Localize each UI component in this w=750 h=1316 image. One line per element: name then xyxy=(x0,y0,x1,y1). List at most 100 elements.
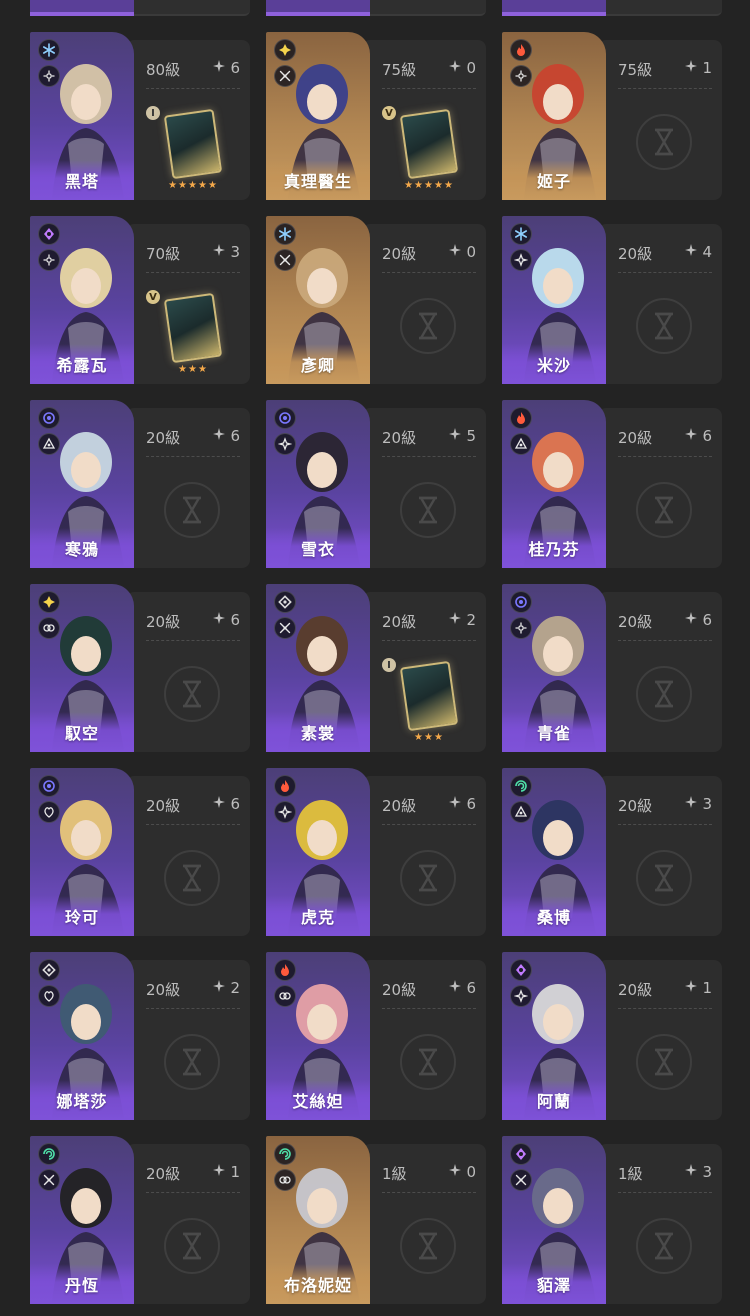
character-name: 彥卿 xyxy=(300,356,335,375)
character-portrait[interactable]: 桑博 xyxy=(502,768,606,936)
character-portrait[interactable]: 米沙 xyxy=(502,216,606,384)
character-portrait[interactable]: 虎克 xyxy=(266,768,370,936)
character-card[interactable]: 丹恆 20級 1 xyxy=(30,1136,250,1304)
hourglass-icon[interactable] xyxy=(636,1034,692,1090)
eidolon-value: 6 xyxy=(230,427,240,445)
character-roster: 黑塔 80級 6 I ★★★★★ 真理醫生 75級 0 V ★★★★★ 姬子 75級 1 希露瓦 70級 3 V… xyxy=(0,0,750,1316)
hourglass-icon[interactable] xyxy=(636,482,692,538)
hourglass-icon[interactable] xyxy=(636,1218,692,1274)
lightcone[interactable]: V ★★★★★ xyxy=(382,106,466,192)
eidolon-icon xyxy=(448,979,462,997)
destruction-icon xyxy=(510,249,532,271)
character-card[interactable]: 彥卿 20級 0 xyxy=(266,216,486,384)
character-portrait[interactable]: 馭空 xyxy=(30,584,134,752)
eidolon-value: 6 xyxy=(466,795,476,813)
hourglass-icon[interactable] xyxy=(400,298,456,354)
superimposition-badge: V xyxy=(382,106,396,120)
eidolon-count: 6 xyxy=(212,59,240,77)
eidolon-icon xyxy=(212,611,226,629)
eidolon-count: 2 xyxy=(212,979,240,997)
hourglass-icon[interactable] xyxy=(164,1218,220,1274)
character-portrait[interactable]: 姬子 xyxy=(502,32,606,200)
character-level: 20級 xyxy=(618,613,653,631)
hourglass-icon[interactable] xyxy=(164,482,220,538)
character-portrait[interactable]: 寒鴉 xyxy=(30,400,134,568)
character-level: 20級 xyxy=(146,613,181,631)
character-portrait[interactable]: 青雀 xyxy=(502,584,606,752)
eidolon-count: 1 xyxy=(684,59,712,77)
partial-card[interactable] xyxy=(502,0,722,16)
character-portrait[interactable]: 丹恆 xyxy=(30,1136,134,1304)
character-portrait[interactable]: 雪衣 xyxy=(266,400,370,568)
lightning-icon xyxy=(510,1143,532,1165)
erudition-icon xyxy=(510,617,532,639)
character-card[interactable]: 阿蘭 20級 1 xyxy=(502,952,722,1120)
character-portrait[interactable]: 貊澤 xyxy=(502,1136,606,1304)
divider xyxy=(382,1008,476,1009)
eidolon-count: 6 xyxy=(684,611,712,629)
character-card[interactable]: 希露瓦 70級 3 V ★★★ xyxy=(30,216,250,384)
character-card[interactable]: 馭空 20級 6 xyxy=(30,584,250,752)
character-card[interactable]: 桑博 20級 3 xyxy=(502,768,722,936)
character-card[interactable]: 姬子 75級 1 xyxy=(502,32,722,200)
character-card[interactable]: 貊澤 1級 3 xyxy=(502,1136,722,1304)
character-card[interactable]: 青雀 20級 6 xyxy=(502,584,722,752)
eidolon-icon xyxy=(684,427,698,445)
character-card[interactable]: 虎克 20級 6 xyxy=(266,768,486,936)
superimposition-badge: I xyxy=(382,658,396,672)
character-card[interactable]: 米沙 20級 4 xyxy=(502,216,722,384)
harmony-icon xyxy=(38,617,60,639)
hourglass-icon[interactable] xyxy=(400,482,456,538)
character-portrait[interactable]: 布洛妮婭 xyxy=(266,1136,370,1304)
character-card[interactable]: 布洛妮婭 1級 0 xyxy=(266,1136,486,1304)
character-portrait[interactable]: 桂乃芬 xyxy=(502,400,606,568)
hourglass-icon[interactable] xyxy=(400,850,456,906)
character-level: 75級 xyxy=(618,61,653,79)
lightcone-stars: ★★★★★ xyxy=(168,180,218,191)
character-card[interactable]: 雪衣 20級 5 xyxy=(266,400,486,568)
partial-card[interactable] xyxy=(266,0,486,16)
character-card[interactable]: 桂乃芬 20級 6 xyxy=(502,400,722,568)
character-portrait[interactable]: 希露瓦 xyxy=(30,216,134,384)
hourglass-icon[interactable] xyxy=(636,850,692,906)
character-card[interactable]: 玲可 20級 6 xyxy=(30,768,250,936)
character-portrait[interactable]: 玲可 xyxy=(30,768,134,936)
character-portrait[interactable]: 黑塔 xyxy=(30,32,134,200)
character-portrait[interactable]: 彥卿 xyxy=(266,216,370,384)
character-portrait[interactable]: 娜塔莎 xyxy=(30,952,134,1120)
character-card[interactable]: 娜塔莎 20級 2 xyxy=(30,952,250,1120)
hourglass-icon[interactable] xyxy=(400,1218,456,1274)
eidolon-count: 1 xyxy=(212,1163,240,1181)
character-level: 20級 xyxy=(146,429,181,447)
lightcone[interactable]: V ★★★ xyxy=(146,290,230,376)
eidolon-count: 0 xyxy=(448,1163,476,1181)
character-card[interactable]: 素裳 20級 2 I ★★★ xyxy=(266,584,486,752)
character-name: 桑博 xyxy=(536,908,571,927)
hourglass-icon[interactable] xyxy=(400,1034,456,1090)
eidolon-icon xyxy=(212,979,226,997)
character-card[interactable]: 艾絲妲 20級 6 xyxy=(266,952,486,1120)
character-name: 玲可 xyxy=(64,908,99,927)
hourglass-icon[interactable] xyxy=(164,666,220,722)
character-name: 阿蘭 xyxy=(536,1092,571,1111)
quantum-icon xyxy=(38,775,60,797)
hourglass-icon[interactable] xyxy=(636,114,692,170)
character-portrait[interactable]: 阿蘭 xyxy=(502,952,606,1120)
character-card[interactable]: 寒鴉 20級 6 xyxy=(30,400,250,568)
eidolon-count: 0 xyxy=(448,243,476,261)
hourglass-icon[interactable] xyxy=(164,1034,220,1090)
character-card[interactable]: 黑塔 80級 6 I ★★★★★ xyxy=(30,32,250,200)
divider xyxy=(146,824,240,825)
character-card[interactable]: 真理醫生 75級 0 V ★★★★★ xyxy=(266,32,486,200)
character-portrait[interactable]: 真理醫生 xyxy=(266,32,370,200)
character-portrait[interactable]: 艾絲妲 xyxy=(266,952,370,1120)
lightcone[interactable]: I ★★★ xyxy=(382,658,466,744)
lightcone[interactable]: I ★★★★★ xyxy=(146,106,230,192)
character-portrait[interactable]: 素裳 xyxy=(266,584,370,752)
eidolon-count: 6 xyxy=(448,795,476,813)
hourglass-icon[interactable] xyxy=(636,666,692,722)
hourglass-icon[interactable] xyxy=(164,850,220,906)
hourglass-icon[interactable] xyxy=(636,298,692,354)
divider xyxy=(382,824,476,825)
partial-card[interactable] xyxy=(30,0,250,16)
